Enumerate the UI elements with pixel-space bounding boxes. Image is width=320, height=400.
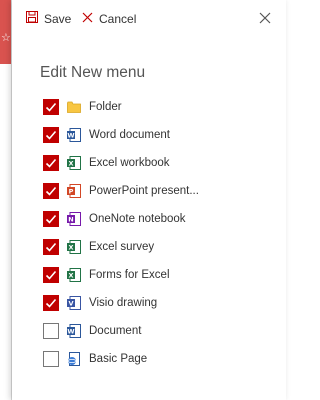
svg-text:V: V <box>68 300 73 308</box>
list-item[interactable]: V Visio drawing <box>43 293 283 313</box>
list-item[interactable]: N OneNote notebook <box>43 209 283 229</box>
list-item[interactable]: Basic Page <box>43 349 283 369</box>
checkbox-checked[interactable] <box>43 99 59 115</box>
list-item-label: Word document <box>89 129 170 141</box>
list-item[interactable]: Folder <box>43 97 283 117</box>
checkbox-checked[interactable] <box>43 267 59 283</box>
svg-text:W: W <box>67 328 74 336</box>
svg-text:X: X <box>68 160 73 168</box>
close-icon[interactable] <box>258 11 272 25</box>
excel-icon: X <box>67 156 81 170</box>
list-item[interactable]: W Word document <box>43 125 283 145</box>
cancel-button[interactable]: Cancel <box>82 9 136 29</box>
checkbox-unchecked[interactable] <box>43 351 59 367</box>
panel-title: Edit New menu <box>40 64 146 81</box>
list-item-label: Excel survey <box>89 241 155 253</box>
svg-text:N: N <box>68 216 73 224</box>
list-item-label: Visio drawing <box>89 297 158 309</box>
word-icon: W <box>67 128 81 142</box>
list-item[interactable]: X Excel survey <box>43 237 283 257</box>
save-label: Save <box>44 12 72 26</box>
checkbox-checked[interactable] <box>43 127 59 143</box>
excel-icon: X <box>67 240 81 254</box>
list-item-label: PowerPoint present... <box>89 185 199 197</box>
svg-text:W: W <box>67 132 74 140</box>
save-button[interactable]: Save <box>26 9 71 29</box>
powerpoint-icon: P <box>67 184 81 198</box>
cancel-x-icon <box>82 10 93 28</box>
svg-text:P: P <box>69 188 74 196</box>
command-bar: Save Cancel <box>12 0 286 36</box>
folder-icon <box>67 100 81 114</box>
list-item[interactable]: W Document <box>43 321 283 341</box>
word-icon: W <box>67 324 81 338</box>
onenote-icon: N <box>67 212 81 226</box>
list-item-label: Forms for Excel <box>89 269 170 281</box>
list-item-label: Basic Page <box>89 353 148 365</box>
star-icon: ☆ <box>1 32 11 44</box>
list-item[interactable]: X Excel workbook <box>43 153 283 173</box>
checkbox-checked[interactable] <box>43 183 59 199</box>
page-icon <box>67 352 81 366</box>
list-item-label: Folder <box>89 101 122 113</box>
checkbox-checked[interactable] <box>43 239 59 255</box>
save-icon <box>26 10 38 28</box>
visio-icon: V <box>67 296 81 310</box>
edit-new-menu-panel: Save Cancel Edit New menu Folder W Word do… <box>12 0 286 400</box>
checkbox-unchecked[interactable] <box>43 323 59 339</box>
svg-text:X: X <box>68 272 73 280</box>
checkbox-checked[interactable] <box>43 155 59 171</box>
checkbox-checked[interactable] <box>43 295 59 311</box>
list-item-label: OneNote notebook <box>89 213 186 225</box>
cancel-label: Cancel <box>99 12 137 26</box>
list-item-label: Excel workbook <box>89 157 170 169</box>
list-item[interactable]: X Forms for Excel <box>43 265 283 285</box>
list-item-label: Document <box>89 325 142 337</box>
excel-icon: X <box>67 268 81 282</box>
list-item[interactable]: P PowerPoint present... <box>43 181 283 201</box>
checkbox-checked[interactable] <box>43 211 59 227</box>
svg-text:X: X <box>68 244 73 252</box>
